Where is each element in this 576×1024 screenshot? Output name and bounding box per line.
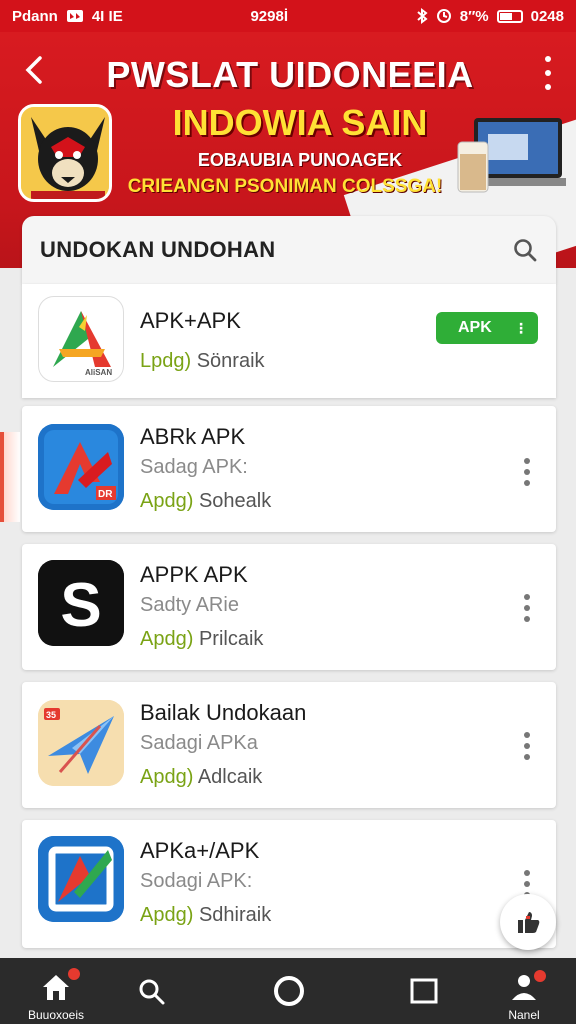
app-tag: Apdg) xyxy=(140,628,194,650)
banner-promo-text: CRIEANGN PSONIMAN COLSSGA! xyxy=(127,176,443,197)
list-item[interactable]: APKa+/APK Sodagi APK: Apdg) Sdhiraik xyxy=(22,820,556,948)
home-icon xyxy=(43,975,69,1000)
nav-profile-label: Nanel xyxy=(508,1008,540,1022)
red-blue-a-icon: DR xyxy=(38,424,124,510)
app-tag: Apdg) xyxy=(140,904,194,926)
black-s-icon: S xyxy=(38,560,124,646)
laptop-drink-illustration xyxy=(454,114,566,204)
app-tag: Apdg) xyxy=(140,766,194,788)
app-subtitle: Sadagi APKa xyxy=(140,732,258,754)
app-name: ABRk APK xyxy=(140,424,246,449)
mascot-logo xyxy=(18,104,112,202)
app-meta-text: Adlcaik xyxy=(197,766,263,788)
floating-action-button[interactable] xyxy=(500,894,556,950)
app-meta-text: Sdhiraik xyxy=(198,904,272,926)
status-right-time: 0248 xyxy=(530,7,564,25)
notification-badge xyxy=(68,968,80,980)
status-left: Pdann 4I IE xyxy=(12,8,123,25)
nav-profile[interactable]: Nanel xyxy=(484,958,564,1024)
search-icon[interactable] xyxy=(512,237,538,263)
search-label: UNDOKAN UNDOHAN xyxy=(40,237,276,262)
blue-square-a-icon xyxy=(38,836,124,922)
app-meta-text: Sohealk xyxy=(198,490,272,512)
thumbs-up-icon xyxy=(518,912,540,933)
nav-recents[interactable] xyxy=(384,958,464,1024)
paper-plane-icon: 35 xyxy=(38,700,124,786)
battery-percent: 8″% xyxy=(459,7,489,25)
app-subtitle: Sodagi APK: xyxy=(140,870,253,892)
app-tag: Apdg) xyxy=(140,490,194,512)
status-time: 9298İ xyxy=(250,7,288,25)
app-meta: Apdg) Adlcaik xyxy=(140,766,262,789)
circle-icon xyxy=(274,976,304,1006)
bluetooth-icon xyxy=(416,8,428,24)
app-meta: Apdg) Sdhiraik xyxy=(140,904,271,927)
status-right: 8″% 0248 xyxy=(416,8,564,25)
list-item[interactable]: AliSAN APK+APK Lpdg) Sönraik APK ⋮ xyxy=(22,284,556,398)
notification-badge xyxy=(534,970,546,982)
side-accent xyxy=(0,432,20,522)
more-options-button[interactable] xyxy=(538,56,558,90)
svg-text:35: 35 xyxy=(46,710,56,720)
nav-search[interactable] xyxy=(112,958,192,1024)
app-meta: Lpdg) Sönraik xyxy=(140,350,265,373)
app-meta: Apdg) Prilcaik xyxy=(140,628,263,651)
banner-title: PWSLAT UIDONEEIA xyxy=(106,54,474,95)
square-icon xyxy=(410,978,438,1004)
app-meta-text: Prilcaik xyxy=(198,628,264,650)
svg-text:AliSAN: AliSAN xyxy=(85,368,112,377)
carrier-label: Pdann xyxy=(12,7,58,25)
list-item[interactable]: S APPK APK Sadty ARie Apdg) Prilcaik xyxy=(22,544,556,670)
nav-home-button[interactable] xyxy=(248,958,328,1024)
search-icon xyxy=(139,979,165,1005)
more-options-button[interactable] xyxy=(522,594,532,622)
more-options-button[interactable] xyxy=(522,732,532,760)
nav-home[interactable]: Buuoxoeis xyxy=(16,958,96,1024)
nav-home-label: Buuoxoeis xyxy=(27,1008,85,1022)
bottom-navigation: Buuoxoeis Nanel xyxy=(0,958,576,1024)
apk-button-label: APK xyxy=(458,319,492,336)
app-subtitle: Sadag APK: xyxy=(140,456,248,478)
app-name: Bailak Undokaan xyxy=(140,700,307,725)
app-name: APK+APK xyxy=(140,308,241,333)
search-bar[interactable]: UNDOKAN UNDOHAN xyxy=(22,216,556,284)
chevron-left-icon xyxy=(25,56,42,84)
app-meta: Apdg) Sohealk xyxy=(140,490,271,513)
apk-download-button[interactable]: APK ⋮ xyxy=(436,312,538,344)
tricolor-a-icon: AliSAN xyxy=(38,296,124,382)
alarm-icon xyxy=(436,8,452,24)
list-item[interactable]: DR ABRk APK Sadag APK: Apdg) Sohealk xyxy=(22,406,556,532)
app-name: APPK APK xyxy=(140,562,248,587)
battery-icon xyxy=(496,9,523,23)
list-item[interactable]: 35 Bailak Undokaan Sadagi APKa Apdg) Adl… xyxy=(22,682,556,808)
app-subtitle: Sadty ARie xyxy=(140,594,239,616)
app-tag: Lpdg) xyxy=(140,350,192,372)
notification-icon xyxy=(66,9,84,23)
status-extra: 4I IE xyxy=(91,7,123,25)
status-bar: Pdann 4I IE 9298İ 8″% 0248 xyxy=(0,0,576,32)
more-options-button[interactable] xyxy=(522,458,532,486)
back-button[interactable] xyxy=(20,52,50,88)
svg-text:DR: DR xyxy=(98,489,113,500)
svg-text:S: S xyxy=(60,571,101,640)
app-name: APKa+/APK xyxy=(140,838,260,863)
more-dots-icon: ⋮ xyxy=(514,319,528,336)
banner-tagline: EOBAUBIA PUNOAGEK xyxy=(197,150,403,170)
banner-subtitle: INDOWIA SAIN xyxy=(172,102,428,143)
app-meta-text: Sönraik xyxy=(196,350,265,372)
